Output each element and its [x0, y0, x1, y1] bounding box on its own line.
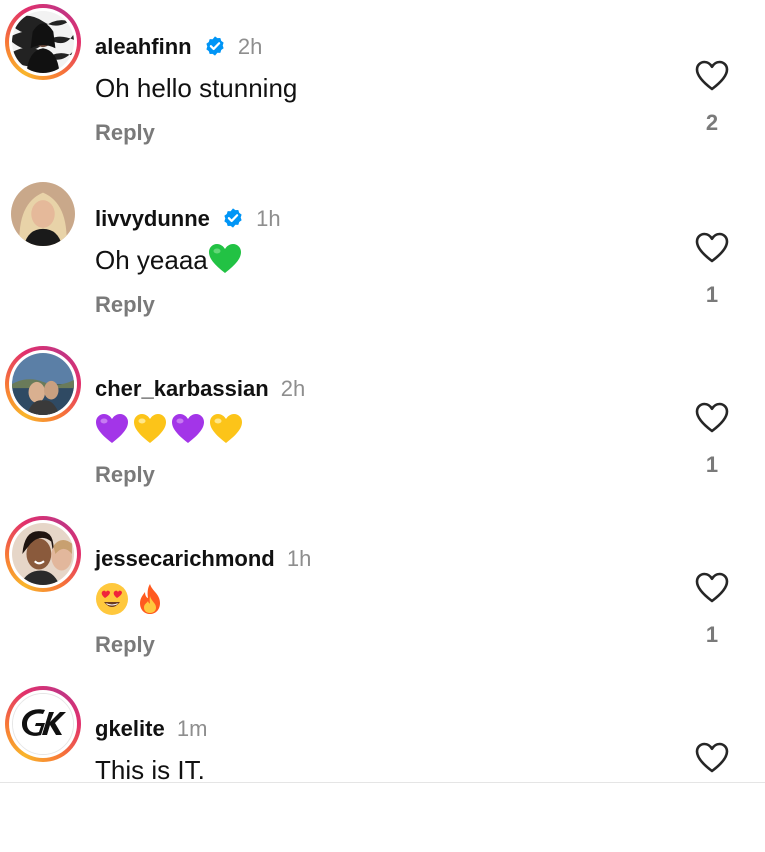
comment-header: livvydunne 1h [95, 204, 281, 234]
like-heart-icon[interactable] [695, 572, 729, 604]
comment-header: gkelite 1m [95, 714, 207, 744]
like-count: 2 [705, 110, 719, 135]
avatar-image [12, 353, 74, 415]
comment-text [95, 582, 171, 619]
comment-item: livvydunne 1h Oh yeaaa Reply 1 [0, 172, 765, 342]
comment-time: 1m [176, 716, 208, 741]
heart-eyes-icon [96, 583, 128, 615]
reply-button[interactable]: Reply [95, 290, 155, 320]
gk-logo [13, 694, 73, 754]
comment-text-content: Oh yeaaa [95, 245, 208, 275]
divider [0, 782, 765, 783]
username[interactable]: gkelite [95, 716, 165, 741]
username[interactable]: livvydunne [95, 206, 210, 231]
verified-badge-icon [224, 208, 242, 228]
comment-time: 1h [256, 206, 281, 231]
comment-item: aleahfinn 2h Oh hello stunning Reply 2 [0, 0, 765, 170]
comment-text: Oh hello stunning [95, 73, 298, 103]
avatar[interactable] [5, 4, 81, 80]
yellow-heart-icon [134, 414, 166, 443]
avatar-photo [12, 353, 74, 415]
like-heart-icon[interactable] [695, 742, 729, 774]
comment-time: 1h [286, 546, 312, 571]
comment-text: Oh yeaaa [95, 242, 246, 278]
comment-time: 2h [280, 376, 306, 401]
avatar-image [12, 11, 74, 73]
username[interactable]: cher_karbassian [95, 376, 269, 401]
avatar-photo [11, 182, 75, 246]
comment-item: cher_karbassian 2h Reply 1 [0, 342, 765, 512]
avatar[interactable] [5, 686, 81, 762]
like-heart-icon[interactable] [695, 232, 729, 264]
like-count: 1 [705, 622, 719, 647]
comment-header: cher_karbassian 2h [95, 374, 305, 404]
purple-heart-icon [172, 414, 204, 443]
avatar[interactable] [5, 346, 81, 422]
green-heart-icon [208, 244, 241, 273]
comment-header: aleahfinn 2h [95, 32, 262, 62]
avatar-image [11, 182, 75, 246]
reply-button[interactable]: Reply [95, 460, 155, 490]
comment-time: 2h [237, 34, 263, 59]
like-count: 1 [705, 452, 719, 477]
purple-heart-icon [96, 414, 128, 443]
like-count: 1 [705, 282, 719, 307]
verified-badge-icon [206, 36, 224, 56]
username[interactable]: aleahfinn [95, 34, 192, 59]
avatar-photo [12, 523, 74, 585]
avatar[interactable] [5, 516, 81, 592]
avatar-image [12, 693, 74, 755]
comment-item: jessecarichmond 1h Reply 1 [0, 512, 765, 682]
avatar[interactable] [5, 176, 81, 252]
comment-header: jessecarichmond 1h [95, 544, 311, 574]
username[interactable]: jessecarichmond [95, 546, 275, 571]
like-heart-icon[interactable] [695, 402, 729, 434]
avatar-photo [12, 11, 74, 73]
avatar-image [12, 523, 74, 585]
comment-item: gkelite 1m This is IT. [0, 682, 765, 852]
reply-button[interactable]: Reply [95, 630, 155, 660]
fire-icon [140, 584, 160, 614]
yellow-heart-icon [210, 414, 242, 443]
reply-button[interactable]: Reply [95, 118, 155, 148]
like-heart-icon[interactable] [695, 60, 729, 92]
comment-text [95, 412, 247, 448]
